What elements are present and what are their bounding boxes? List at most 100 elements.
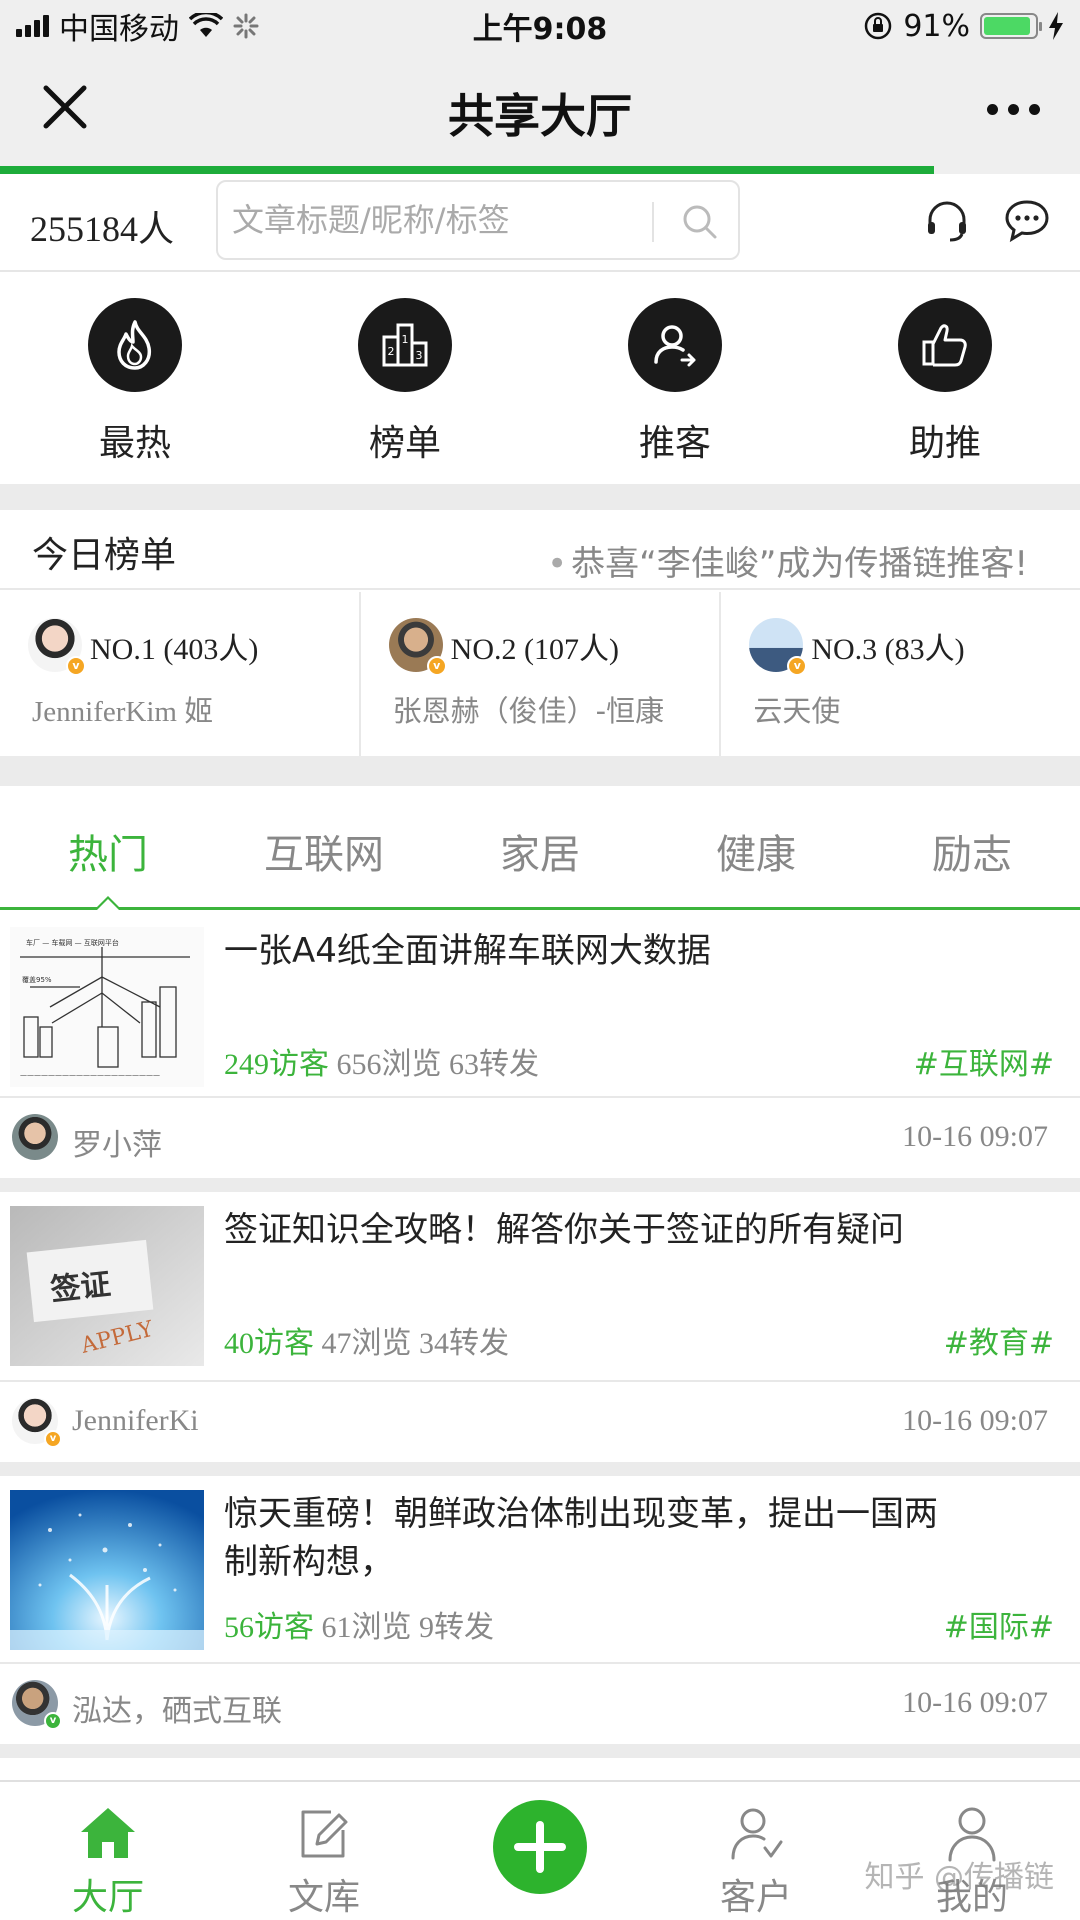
message-icon[interactable] <box>1002 196 1052 246</box>
quick-item-promoter[interactable]: 推客 <box>540 274 810 484</box>
verified-badge-icon: v <box>44 1712 62 1730</box>
avatar: v <box>749 618 808 676</box>
verified-badge-icon: v <box>426 656 447 676</box>
verified-badge-icon: v <box>66 656 86 676</box>
avatar: v <box>12 1680 62 1730</box>
quick-menu: 最热 12 3 榜单 推客 助推 <box>0 274 1080 484</box>
article-tag[interactable]: #国际# <box>944 1602 1054 1646</box>
member-count: 255184人 <box>30 209 175 249</box>
article-visitors: 40访客 <box>224 1327 314 1360</box>
page-load-progress <box>0 166 1080 174</box>
quick-item-label: 最热 <box>98 423 171 464</box>
customer-icon <box>731 1808 783 1860</box>
home-icon <box>81 1808 135 1858</box>
bottom-nav: 大厅 文库 客户 我的 <box>0 1780 1080 1920</box>
status-left: 中国移动 <box>16 4 259 48</box>
article-stats: 56访客 61浏览 9转发 <box>224 1602 494 1646</box>
watermark: 知乎 @传播链 <box>864 1860 1054 1895</box>
article-author-row[interactable]: 罗小萍 10-16 09:07 <box>0 1100 1080 1178</box>
article-card[interactable]: 签证 APPLY 签证知识全攻略！解答你关于签证的所有疑问 40访客 47浏览 3… <box>0 1192 1080 1382</box>
ranking-name: 云天使 <box>753 694 841 728</box>
ranking-position: NO.3 (83人) <box>811 633 965 666</box>
publish-time: 10-16 09:07 <box>902 1686 1048 1719</box>
plus-icon <box>493 1800 587 1894</box>
status-right: 91% <box>863 9 1064 44</box>
section-divider <box>0 1178 1080 1192</box>
avatar <box>12 1114 58 1160</box>
ranking-notice-text: 恭喜“李佳峻”成为传播链推客! <box>571 544 1028 584</box>
article-tag[interactable]: #互联网# <box>914 1039 1054 1083</box>
category-tabs: 热门 互联网 家居 健康 励志 <box>0 786 1080 910</box>
nav-item-customers[interactable]: 客户 <box>648 1782 864 1920</box>
ranking-item[interactable]: v NO.1 (403人) JenniferKim 姬 <box>0 592 359 756</box>
article-title: 签证知识全攻略！解答你关于签证的所有疑问 <box>224 1210 904 1250</box>
quick-item-label: 助推 <box>908 423 981 464</box>
wifi-icon <box>189 13 223 37</box>
quick-item-label: 榜单 <box>368 423 441 464</box>
search-input[interactable] <box>232 200 632 240</box>
tab-hot[interactable]: 热门 <box>0 786 216 910</box>
ranking-item[interactable]: v NO.3 (83人) 云天使 <box>719 592 1080 756</box>
section-divider <box>0 1462 1080 1476</box>
tab-health[interactable]: 健康 <box>648 786 864 907</box>
author-name: 泓达，硒式互联 <box>72 1694 282 1729</box>
avatar: v <box>12 1398 62 1448</box>
search-icon[interactable] <box>678 200 722 244</box>
quick-item-ranking[interactable]: 12 3 榜单 <box>270 274 540 484</box>
ranking-name: 张恩赫（俊佳）-恒康 <box>392 694 665 728</box>
publish-time: 10-16 09:07 <box>902 1120 1048 1153</box>
article-visitors: 56访客 <box>224 1611 314 1644</box>
quick-item-boost[interactable]: 助推 <box>810 274 1080 484</box>
ranking-item[interactable]: v NO.2 (107人) 张恩赫（俊佳）-恒康 <box>358 592 720 756</box>
article-views: 47浏览 <box>321 1327 412 1360</box>
battery-percent: 91% <box>903 8 970 44</box>
article-thumbnail: 签证 APPLY <box>10 1206 204 1366</box>
battery-level <box>984 17 1030 35</box>
article-tag[interactable]: #教育# <box>944 1318 1054 1362</box>
nav-item-label: 文库 <box>287 1877 360 1918</box>
verified-badge-icon: v <box>44 1430 62 1448</box>
ranking-position: NO.2 (107人) <box>450 633 619 666</box>
search-row: 255184人 <box>0 174 1080 272</box>
nav-item-hall[interactable]: 大厅 <box>0 1782 216 1920</box>
article-title: 一张A4纸全面讲解车联网大数据 <box>224 931 711 971</box>
svg-text:————————————————————: ———————————————————— <box>20 1071 160 1079</box>
article-card[interactable]: 车厂 — 车载网 — 互联网平台 覆盖95% ———————————————————… <box>0 913 1080 1098</box>
article-author-row[interactable]: v 泓达，硒式互联 10-16 09:07 <box>0 1666 1080 1744</box>
nav-item-me[interactable]: 我的 <box>864 1782 1080 1920</box>
ranking-notice[interactable]: • 恭喜“李佳峻”成为传播链推客! <box>547 536 1028 585</box>
svg-text:2: 2 <box>388 345 395 358</box>
customer-service-icon[interactable] <box>922 196 972 246</box>
search-box[interactable] <box>216 180 740 260</box>
quick-item-hot[interactable]: 最热 <box>0 274 270 484</box>
nav-item-library[interactable]: 文库 <box>216 1782 432 1920</box>
avatar: v <box>388 618 447 676</box>
tab-home[interactable]: 家居 <box>432 786 648 907</box>
status-bar: 中国移动 上午9:08 91% <box>0 0 1080 52</box>
svg-text:覆盖95%: 覆盖95% <box>22 975 52 984</box>
article-views: 61浏览 <box>321 1611 412 1644</box>
article-shares: 34转发 <box>419 1327 509 1360</box>
signal-icon <box>16 15 49 37</box>
article-views: 656浏览 <box>336 1048 442 1081</box>
author-name: JenniferKi <box>72 1404 199 1437</box>
nav-item-label: 大厅 <box>71 1877 144 1918</box>
carrier-label: 中国移动 <box>59 12 179 47</box>
article-author-row[interactable]: v JenniferKi 10-16 09:07 <box>0 1384 1080 1462</box>
charging-icon <box>1049 12 1063 40</box>
article-stats: 40访客 47浏览 34转发 <box>224 1318 509 1362</box>
nav-item-create[interactable] <box>432 1782 648 1920</box>
tab-internet[interactable]: 互联网 <box>216 786 432 907</box>
search-divider <box>652 202 654 242</box>
article-stats: 249访客 656浏览 63转发 <box>224 1039 539 1083</box>
orientation-lock-icon <box>865 12 892 40</box>
article-card[interactable]: 惊天重磅！朝鲜政治体制出现变革，提出一国两制新构想， 56访客 61浏览 9转发… <box>0 1476 1080 1664</box>
ranking-header: 今日榜单 • 恭喜“李佳峻”成为传播链推客! <box>0 510 1080 590</box>
article-title: 惊天重磅！朝鲜政治体制出现变革，提出一国两制新构想， <box>224 1494 938 1582</box>
svg-text:3: 3 <box>416 349 423 362</box>
tab-inspiration[interactable]: 励志 <box>864 786 1080 907</box>
quick-item-label: 推客 <box>638 423 711 464</box>
avatar: v <box>28 618 86 676</box>
edit-icon <box>301 1810 348 1858</box>
more-options-icon[interactable] <box>987 104 1040 115</box>
